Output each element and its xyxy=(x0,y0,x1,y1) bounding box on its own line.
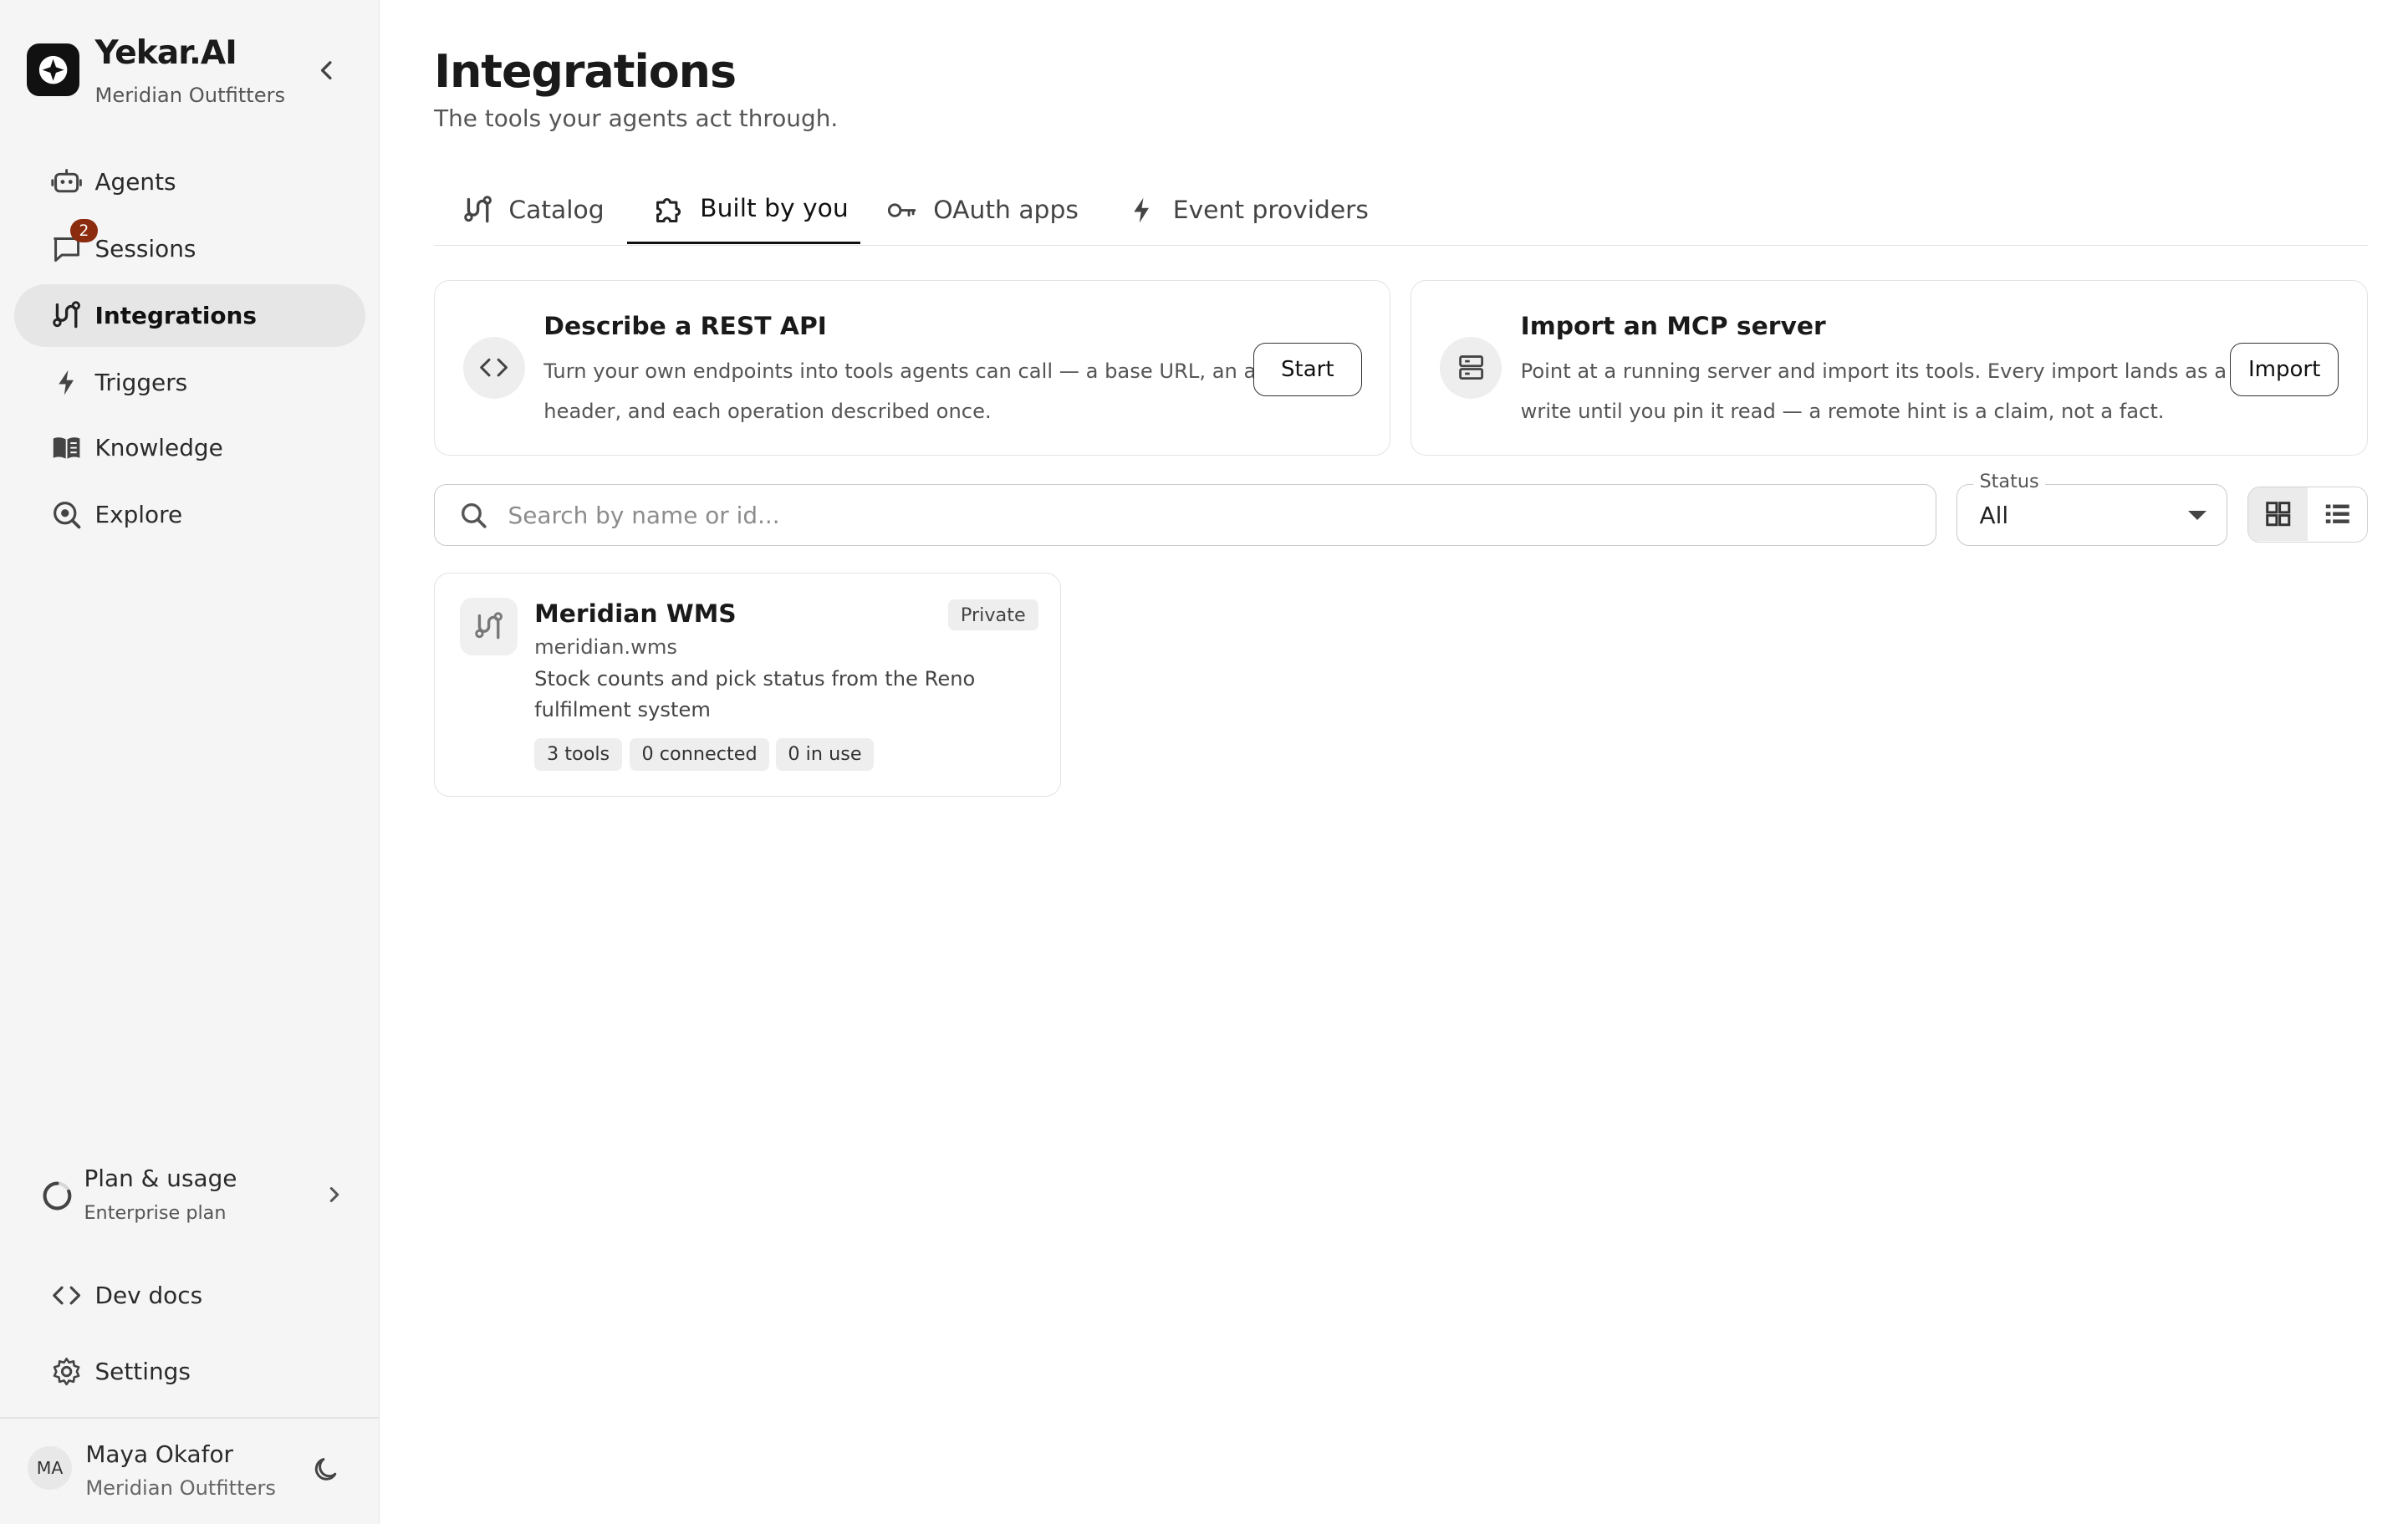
search-icon xyxy=(461,503,487,528)
mcp-server-card: Import an MCP server Point at a running … xyxy=(1411,279,2368,456)
tab-built-by-you[interactable]: Built by you xyxy=(626,176,860,245)
visibility-badge: Private xyxy=(948,599,1038,631)
integration-icon-wrap xyxy=(459,598,518,656)
gear-icon xyxy=(54,1358,80,1386)
card-description-line: Point at a running server and import its… xyxy=(1520,359,2227,383)
sidebar-item-integrations[interactable]: Integrations xyxy=(13,284,366,347)
sidebar-item-sessions[interactable]: Sessions xyxy=(14,217,365,279)
start-button[interactable]: Start xyxy=(1252,343,1362,396)
server-icon-wrap xyxy=(1439,336,1502,400)
integration-description-line: Stock counts and pick status from the Re… xyxy=(534,666,976,691)
bolt-icon xyxy=(1134,197,1149,223)
tab-label: Event providers xyxy=(1172,195,1369,225)
sidebar: Yekar.AI Meridian Outfitters Agents Sess… xyxy=(0,0,380,1524)
tools-count-chip: 3 tools xyxy=(534,737,623,771)
integration-name: Meridian WMS xyxy=(534,599,737,629)
tab-label: Catalog xyxy=(508,195,605,225)
sidebar-item-label: Explore xyxy=(94,501,183,529)
search-input[interactable] xyxy=(504,497,1874,535)
bolt-icon xyxy=(59,370,74,395)
integration-card[interactable]: Meridian WMS meridian.wms Stock counts a… xyxy=(434,572,1061,797)
sidebar-divider xyxy=(0,1416,380,1419)
key-icon xyxy=(888,202,916,217)
import-button[interactable]: Import xyxy=(2230,343,2339,396)
grid-icon xyxy=(2266,502,2291,527)
integrations-icon xyxy=(53,301,81,329)
integration-description: Stock counts and pick status from the Re… xyxy=(534,664,1001,726)
integration-description-line: fulfilment system xyxy=(534,697,711,721)
tab-catalog[interactable]: Catalog xyxy=(462,176,605,244)
user-org: Meridian Outfitters xyxy=(85,1476,276,1500)
tab-label: OAuth apps xyxy=(933,195,1079,225)
plan-usage-link[interactable]: Plan & usage Enterprise plan xyxy=(28,1159,355,1236)
settings-label: Settings xyxy=(94,1358,191,1386)
caret-down-icon xyxy=(2187,511,2206,521)
robot-icon xyxy=(51,169,83,193)
tab-event-providers[interactable]: Event providers xyxy=(1126,176,1369,244)
page-subtitle: The tools your agents act through. xyxy=(434,104,839,132)
tab-label: Built by you xyxy=(700,194,849,224)
collapse-sidebar-button[interactable] xyxy=(309,53,344,87)
card-description: Point at a running server and import its… xyxy=(1521,351,2227,432)
sidebar-item-label: Sessions xyxy=(94,235,196,263)
dev-docs-link[interactable]: Dev docs xyxy=(14,1267,365,1323)
in-use-count-chip: 0 in use xyxy=(775,737,875,771)
page-title: Integrations xyxy=(434,44,737,98)
server-icon xyxy=(1458,355,1483,380)
chevron-left-icon xyxy=(320,60,332,79)
search-box xyxy=(434,483,1937,546)
sidebar-item-label: Agents xyxy=(94,168,176,196)
usage-ring-icon xyxy=(43,1181,72,1211)
plan-title: Plan & usage xyxy=(84,1165,237,1193)
book-icon xyxy=(54,437,80,459)
integrations-icon xyxy=(463,195,492,222)
view-toggle xyxy=(2247,487,2368,543)
sidebar-item-knowledge[interactable]: Knowledge xyxy=(14,417,365,479)
brand-name: Yekar.AI xyxy=(94,33,237,72)
sessions-count-badge: 2 xyxy=(69,219,99,243)
brand-logo[interactable] xyxy=(26,43,79,97)
user-name: Maya Okafor xyxy=(85,1440,233,1468)
moon-icon[interactable] xyxy=(311,1455,342,1486)
card-description-line: header, and each operation described onc… xyxy=(543,399,992,423)
tab-oauth-apps[interactable]: OAuth apps xyxy=(886,176,1079,244)
card-description: Turn your own endpoints into tools agent… xyxy=(543,351,1289,432)
integration-id: meridian.wms xyxy=(534,635,677,660)
grid-view-button[interactable] xyxy=(2248,487,2309,541)
code-icon-wrap xyxy=(462,336,525,400)
integrations-icon xyxy=(474,612,503,640)
explore-icon xyxy=(54,502,81,529)
card-description-line: write until you pin it read — a remote h… xyxy=(1520,399,2165,423)
sidebar-item-triggers[interactable]: Triggers xyxy=(14,351,365,413)
status-filter-value: All xyxy=(1979,502,2009,530)
status-filter-label: Status xyxy=(1973,470,2046,492)
sidebar-item-label: Knowledge xyxy=(94,434,223,462)
settings-link[interactable]: Settings xyxy=(14,1343,365,1399)
sidebar-item-label: Triggers xyxy=(94,369,188,397)
card-title: Describe a REST API xyxy=(543,312,827,342)
card-title: Import an MCP server xyxy=(1520,312,1826,342)
tab-bar: Catalog Built by you OAuth apps Event pr… xyxy=(434,176,2368,246)
rest-api-card: Describe a REST API Turn your own endpoi… xyxy=(434,279,1391,456)
code-icon xyxy=(53,1286,81,1305)
list-view-button[interactable] xyxy=(2308,487,2367,540)
sparkle-icon xyxy=(38,55,67,84)
connected-count-chip: 0 connected xyxy=(629,737,770,771)
sidebar-item-label: Integrations xyxy=(94,302,258,330)
status-filter-select[interactable]: Status All xyxy=(1956,470,2228,546)
card-description-line: Turn your own endpoints into tools agent… xyxy=(543,359,1290,383)
avatar[interactable]: MA xyxy=(28,1446,72,1491)
chevron-right-icon xyxy=(329,1186,339,1202)
sidebar-item-agents[interactable]: Agents xyxy=(14,150,365,212)
sidebar-item-explore[interactable]: Explore xyxy=(14,484,365,546)
brand-org: Meridian Outfitters xyxy=(94,84,286,108)
code-icon xyxy=(480,359,508,377)
dev-docs-label: Dev docs xyxy=(94,1282,203,1310)
plan-subtitle: Enterprise plan xyxy=(84,1202,227,1225)
puzzle-icon xyxy=(656,198,681,223)
list-icon xyxy=(2325,504,2349,524)
